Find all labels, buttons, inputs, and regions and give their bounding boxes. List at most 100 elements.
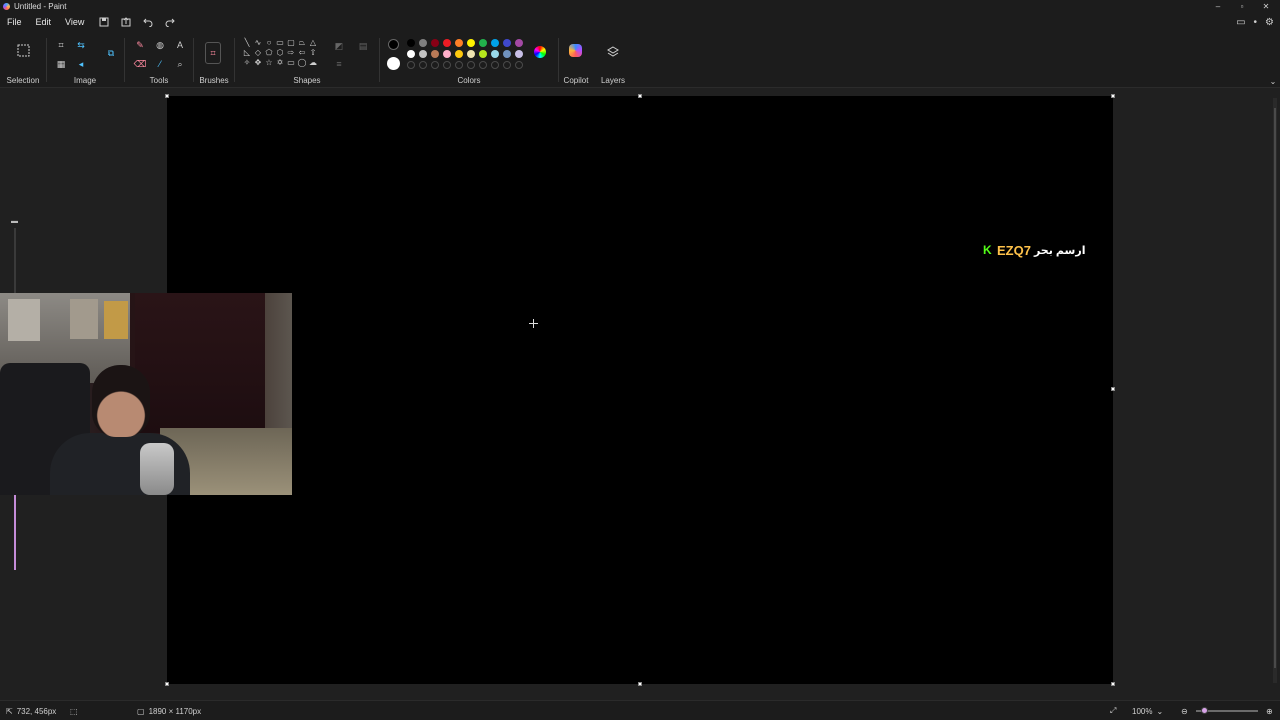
custom-color-slot[interactable] <box>431 61 439 69</box>
palette-color-swatch[interactable] <box>455 39 463 47</box>
fill-icon[interactable]: ◍ <box>153 38 167 52</box>
line-shape-icon[interactable]: ╲ <box>242 38 252 47</box>
custom-color-slot[interactable] <box>467 61 475 69</box>
palette-color-swatch[interactable] <box>407 39 415 47</box>
outline-icon[interactable]: ◩ <box>332 39 346 53</box>
custom-color-slot[interactable] <box>443 61 451 69</box>
palette-color-swatch[interactable] <box>515 50 523 58</box>
brush-icon[interactable]: ⌗ <box>205 42 221 64</box>
palette-color-swatch[interactable] <box>503 39 511 47</box>
canvas-resize-handle-right[interactable] <box>1111 387 1115 391</box>
curve-shape-icon[interactable]: ∿ <box>253 38 263 47</box>
hexagon-shape-icon[interactable]: ⬡ <box>275 48 285 57</box>
settings-icon[interactable]: ⚙ <box>1265 17 1274 28</box>
resize-icon[interactable]: ⇆ <box>74 38 88 52</box>
palette-color-swatch[interactable] <box>503 50 511 58</box>
callout-oval-shape-icon[interactable]: ◯ <box>297 58 307 67</box>
arrow-up-shape-icon[interactable]: ⇧ <box>308 48 318 57</box>
palette-color-swatch[interactable] <box>419 50 427 58</box>
right-triangle-shape-icon[interactable]: ◺ <box>242 48 252 57</box>
feedback-icon[interactable]: ▭ <box>1236 17 1245 28</box>
six-point-star-shape-icon[interactable]: ✡ <box>275 58 285 67</box>
rounded-rect-shape-icon[interactable]: ▢ <box>286 38 296 47</box>
redo-icon[interactable] <box>161 13 179 31</box>
triangle-shape-icon[interactable]: △ <box>308 38 318 47</box>
arrow-right-shape-icon[interactable]: ⇨ <box>286 48 296 57</box>
color-picker-icon[interactable]: ⁄ <box>153 57 167 71</box>
minimize-button[interactable]: – <box>1206 0 1230 12</box>
cloud-shape-icon[interactable]: ☁ <box>308 58 318 67</box>
fit-to-window-icon[interactable]: ⤢ <box>1110 701 1116 720</box>
oval-shape-icon[interactable]: ○ <box>264 38 274 47</box>
arrow-left-shape-icon[interactable]: ⇦ <box>297 48 307 57</box>
palette-color-swatch[interactable] <box>455 50 463 58</box>
undo-icon[interactable] <box>139 13 157 31</box>
zoom-in-icon[interactable]: ⊕ <box>1266 701 1273 720</box>
flip-icon[interactable]: ◂ <box>74 57 88 71</box>
canvas-resize-handle-top[interactable] <box>638 94 642 98</box>
palette-color-swatch[interactable] <box>479 39 487 47</box>
canvas-resize-handle-bottom-left[interactable] <box>165 682 169 686</box>
pentagon-shape-icon[interactable]: ⬠ <box>264 48 274 57</box>
layers-icon[interactable] <box>606 45 620 59</box>
copilot-icon[interactable] <box>569 44 582 57</box>
palette-color-swatch[interactable] <box>491 50 499 58</box>
four-point-star-shape-icon[interactable]: ✧ <box>242 58 252 67</box>
collapse-ribbon-icon[interactable]: ⌄ <box>1266 74 1280 88</box>
custom-color-slot[interactable] <box>407 61 415 69</box>
rotate-icon[interactable]: ▦ <box>54 57 68 71</box>
save-icon[interactable] <box>95 13 113 31</box>
share-icon[interactable] <box>117 13 135 31</box>
close-button[interactable]: ✕ <box>1254 0 1278 12</box>
palette-color-swatch[interactable] <box>467 39 475 47</box>
palette-color-swatch[interactable] <box>479 50 487 58</box>
edit-colors-icon[interactable] <box>534 46 546 58</box>
vertical-scrollbar-thumb[interactable] <box>1274 108 1276 668</box>
pencil-icon[interactable]: ✎ <box>133 38 147 52</box>
palette-color-swatch[interactable] <box>491 39 499 47</box>
crop-icon[interactable]: ⌗ <box>54 38 68 52</box>
palette-color-swatch[interactable] <box>407 50 415 58</box>
text-icon[interactable]: A <box>173 38 187 52</box>
callout-rect-shape-icon[interactable]: ▭ <box>286 58 296 67</box>
eraser-icon[interactable]: ⌫ <box>133 57 147 71</box>
palette-color-swatch[interactable] <box>431 50 439 58</box>
canvas-resize-handle-bottom[interactable] <box>638 682 642 686</box>
magnifier-icon[interactable]: ⌕ <box>173 57 187 71</box>
size-slider-icon[interactable]: ▬ <box>11 218 19 226</box>
canvas-resize-handle-top-left[interactable] <box>165 94 169 98</box>
four-arrow-shape-icon[interactable]: ✥ <box>253 58 263 67</box>
zoom-dropdown[interactable]: 100% ⌄ <box>1132 701 1163 720</box>
primary-color-swatch[interactable] <box>388 39 399 50</box>
notification-icon[interactable]: • <box>1254 17 1258 28</box>
custom-color-slot[interactable] <box>503 61 511 69</box>
custom-color-slot[interactable] <box>479 61 487 69</box>
star-shape-icon[interactable]: ☆ <box>264 58 274 67</box>
palette-color-swatch[interactable] <box>443 50 451 58</box>
canvas-resize-handle-bottom-right[interactable] <box>1111 682 1115 686</box>
custom-color-slot[interactable] <box>455 61 463 69</box>
custom-color-slot[interactable] <box>515 61 523 69</box>
image-select-icon[interactable]: ⧉ <box>104 46 118 60</box>
menu-view[interactable]: View <box>58 12 91 32</box>
custom-color-slot[interactable] <box>419 61 427 69</box>
polygon-shape-icon[interactable]: ⏢ <box>297 38 307 47</box>
zoom-slider-thumb[interactable] <box>1201 707 1208 714</box>
canvas-resize-handle-top-right[interactable] <box>1111 94 1115 98</box>
fill-style-icon[interactable]: ▤ <box>356 39 370 53</box>
menu-edit[interactable]: Edit <box>29 12 59 32</box>
palette-color-swatch[interactable] <box>515 39 523 47</box>
palette-color-swatch[interactable] <box>467 50 475 58</box>
rectangle-shape-icon[interactable]: ▭ <box>275 38 285 47</box>
palette-color-swatch[interactable] <box>431 39 439 47</box>
palette-color-swatch[interactable] <box>419 39 427 47</box>
menu-file[interactable]: File <box>0 12 29 32</box>
selection-icon[interactable] <box>16 43 30 57</box>
zoom-out-icon[interactable]: ⊖ <box>1181 701 1188 720</box>
secondary-color-swatch[interactable] <box>387 57 400 70</box>
drawing-canvas[interactable] <box>167 96 1113 684</box>
custom-color-slot[interactable] <box>491 61 499 69</box>
palette-color-swatch[interactable] <box>443 39 451 47</box>
diamond-shape-icon[interactable]: ◇ <box>253 48 263 57</box>
maximize-button[interactable]: ▫ <box>1230 0 1254 12</box>
